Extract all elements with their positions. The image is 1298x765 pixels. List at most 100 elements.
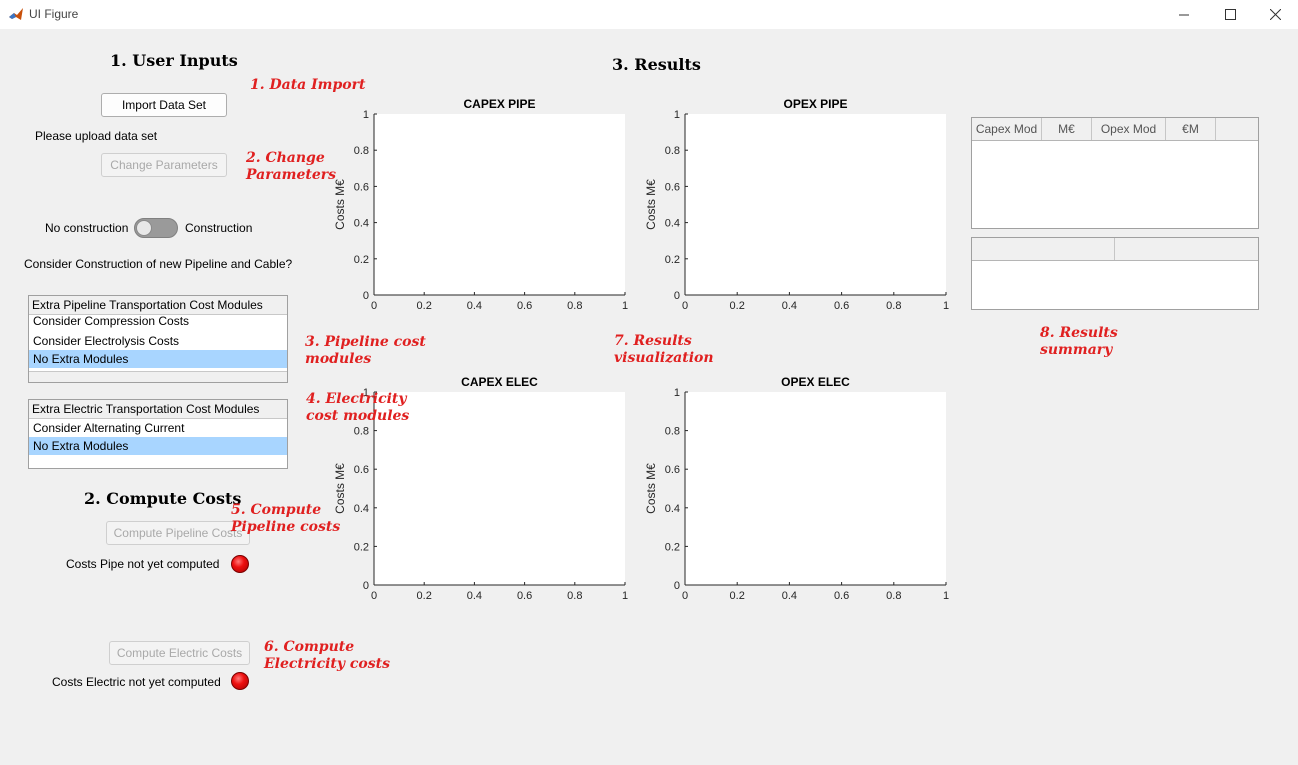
y-axis-label: Costs M€ [644, 179, 658, 230]
construction-question-label: Consider Construction of new Pipeline an… [24, 257, 293, 271]
x-tick-label: 0.6 [834, 590, 849, 602]
y-tick-label: 0.8 [665, 145, 680, 157]
pipe-status-label: Costs Pipe not yet computed [66, 557, 220, 571]
user-inputs-heading: 1. User Inputs [110, 51, 238, 70]
x-tick-label: 0 [371, 300, 377, 312]
chart-title: CAPEX PIPE [463, 97, 535, 111]
table-header-cell[interactable]: Capex Mod [972, 118, 1042, 140]
y-tick-label: 0 [674, 580, 680, 592]
x-tick-label: 1 [622, 300, 628, 312]
switch-knob [136, 220, 152, 236]
compute-pipeline-button[interactable]: Compute Pipeline Costs [106, 521, 250, 545]
upload-status-label: Please upload data set [35, 129, 158, 143]
x-tick-label: 0.2 [417, 590, 432, 602]
x-tick-label: 0.6 [834, 300, 849, 312]
maximize-icon[interactable] [1207, 0, 1253, 29]
results-summary-table[interactable]: Capex Mod M€ Opex Mod €M [971, 117, 1259, 229]
matlab-icon [8, 6, 24, 22]
chart-title: CAPEX ELEC [461, 375, 538, 389]
x-tick-label: 0 [682, 590, 688, 602]
annotation-pipeline-modules: 3. Pipeline cost modules [305, 334, 426, 367]
y-axis-label: Costs M€ [644, 463, 658, 514]
y-tick-label: 0.4 [665, 218, 680, 230]
electric-modules-title: Extra Electric Transportation Cost Modul… [29, 400, 287, 419]
compute-costs-heading: 2. Compute Costs [84, 489, 242, 508]
opex-elec-chart: OPEX ELEC 0 0.2 0.4 0.6 0.8 1 0 0.2 0.4 0.6 0.8 1 Cos… [644, 375, 949, 602]
list-item[interactable]: Consider Alternating Current [29, 419, 287, 437]
plot-area[interactable] [374, 392, 625, 585]
table-header-cell[interactable]: €M [1166, 118, 1216, 140]
table-header-row [972, 238, 1258, 261]
capex-pipe-chart: CAPEX PIPE 0 0.2 0.4 0.6 0.8 1 0 0.2 0.4 0.6 0.8 1 Co… [333, 97, 628, 312]
switch-right-label: Construction [185, 221, 253, 235]
x-tick-label: 0.2 [730, 300, 745, 312]
table-header-cell[interactable]: Opex Mod [1092, 118, 1166, 140]
y-tick-label: 0.6 [665, 181, 680, 193]
list-item[interactable]: Consider Compression Costs [29, 315, 287, 332]
listbox-scroll-area [29, 371, 287, 382]
x-tick-label: 0.8 [567, 300, 582, 312]
y-tick-label: 0.6 [354, 464, 369, 476]
chart-title: OPEX PIPE [783, 97, 847, 111]
x-tick-label: 1 [943, 590, 949, 602]
table-header-cell[interactable]: M€ [1042, 118, 1092, 140]
table-header-cell[interactable] [1216, 118, 1258, 140]
minimize-icon[interactable] [1161, 0, 1207, 29]
elec-status-label: Costs Electric not yet computed [52, 675, 221, 689]
y-tick-label: 0.4 [354, 218, 369, 230]
results-heading: 3. Results [612, 55, 701, 74]
list-item[interactable]: Consider Electrolysis Costs [29, 332, 287, 350]
pipe-status-lamp [231, 555, 249, 573]
pipeline-modules-listbox: Extra Pipeline Transportation Cost Modul… [28, 295, 288, 383]
y-tick-label: 0.8 [354, 145, 369, 157]
y-tick-label: 0 [363, 580, 369, 592]
pipeline-modules-title: Extra Pipeline Transportation Cost Modul… [29, 296, 287, 315]
annotation-results-visualization: 7. Results visualization [614, 333, 714, 366]
results-second-table[interactable] [971, 237, 1259, 310]
plot-area[interactable] [374, 114, 625, 295]
y-axis-label: Costs M€ [333, 179, 347, 230]
x-tick-label: 0.8 [886, 300, 901, 312]
x-tick-label: 0.6 [517, 590, 532, 602]
annotation-compute-electricity: 6. Compute Electricity costs [264, 639, 390, 672]
annotation-data-import: 1. Data Import [250, 77, 366, 93]
construction-switch[interactable] [134, 218, 178, 238]
change-parameters-button[interactable]: Change Parameters [101, 153, 227, 177]
x-tick-label: 0 [682, 300, 688, 312]
opex-pipe-chart: OPEX PIPE 0 0.2 0.4 0.6 0.8 1 0 0.2 0.4 0.6 0.8 1 Cos… [644, 97, 949, 312]
import-data-button[interactable]: Import Data Set [101, 93, 227, 117]
x-tick-label: 0 [371, 590, 377, 602]
y-tick-label: 0.6 [354, 181, 369, 193]
table-header-cell[interactable] [972, 238, 1115, 260]
annotation-change-parameters: 2. Change Parameters [246, 150, 337, 183]
y-tick-label: 1 [674, 109, 680, 121]
x-tick-label: 0.6 [517, 300, 532, 312]
y-tick-label: 0 [363, 290, 369, 302]
close-icon[interactable] [1252, 0, 1298, 29]
y-tick-label: 0.4 [354, 503, 369, 515]
plot-area[interactable] [685, 114, 946, 295]
compute-electric-button[interactable]: Compute Electric Costs [109, 641, 250, 665]
list-item-selected[interactable]: No Extra Modules [29, 350, 287, 368]
x-tick-label: 1 [943, 300, 949, 312]
title-bar: UI Figure [0, 0, 1298, 29]
table-header-cell[interactable] [1115, 238, 1258, 260]
y-tick-label: 0.8 [665, 426, 680, 438]
y-tick-label: 0 [674, 290, 680, 302]
x-tick-label: 1 [622, 590, 628, 602]
electric-modules-listbox: Extra Electric Transportation Cost Modul… [28, 399, 288, 469]
x-tick-label: 0.4 [782, 300, 797, 312]
list-item-selected[interactable]: No Extra Modules [29, 437, 287, 455]
x-tick-label: 0.4 [782, 590, 797, 602]
chart-title: OPEX ELEC [781, 375, 850, 389]
x-tick-label: 0.2 [417, 300, 432, 312]
table-header-row: Capex Mod M€ Opex Mod €M [972, 118, 1258, 141]
x-tick-label: 0.4 [467, 590, 482, 602]
annotation-electricity-modules: 4. Electricity cost modules [306, 391, 410, 424]
y-tick-label: 0.4 [665, 503, 680, 515]
y-tick-label: 1 [363, 109, 369, 121]
x-tick-label: 0.8 [567, 590, 582, 602]
plot-area[interactable] [685, 392, 946, 585]
y-tick-label: 0.2 [354, 254, 369, 266]
y-tick-label: 0.8 [354, 426, 369, 438]
